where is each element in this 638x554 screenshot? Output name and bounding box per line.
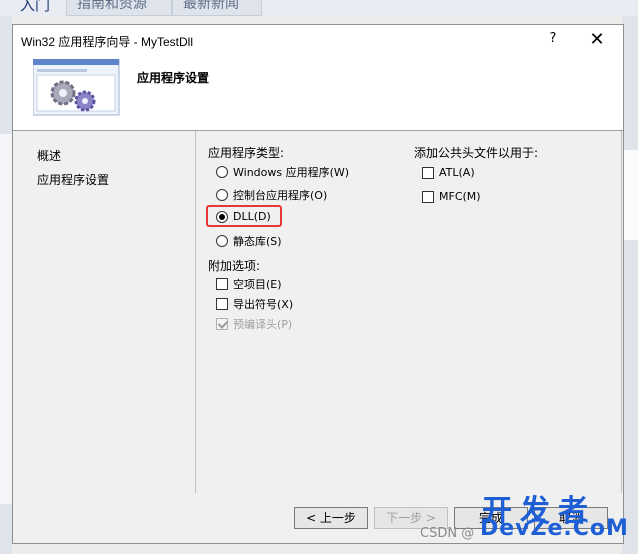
gears-wizard-icon <box>33 59 120 116</box>
background-right-panel <box>622 16 638 554</box>
nav-item-app-settings[interactable]: 应用程序设置 <box>37 171 109 188</box>
checkbox-indicator-disabled <box>216 318 228 330</box>
close-button[interactable]: ✕ <box>583 29 611 51</box>
extra-options-label: 附加选项: <box>208 259 261 273</box>
checkbox-empty-project[interactable]: 空项目(E) <box>216 276 282 292</box>
checkbox-indicator[interactable] <box>216 278 228 290</box>
radio-static-lib[interactable]: 静态库(S) <box>216 233 282 249</box>
header-title: 应用程序设置 <box>137 71 210 85</box>
background-tab-start[interactable]: 入门 <box>20 0 50 15</box>
radio-indicator[interactable] <box>216 235 228 247</box>
checkbox-indicator[interactable] <box>422 190 434 203</box>
app-type-label: 应用程序类型: <box>208 146 285 160</box>
wizard-header: 应用程序设置 <box>13 57 623 131</box>
checkbox-label: ATL(A) <box>439 166 475 179</box>
help-button[interactable]: ? <box>541 31 565 51</box>
common-headers-label: 添加公共头文件以用于: <box>414 146 539 160</box>
settings-panel <box>195 131 622 493</box>
radio-console-app[interactable]: 控制台应用程序(O) <box>216 187 327 203</box>
radio-indicator[interactable] <box>216 166 228 178</box>
checkbox-atl[interactable]: ATL(A) <box>422 166 475 179</box>
background-tab-guides[interactable]: 指南和资源 <box>66 0 172 16</box>
prev-button[interactable]: < 上一步 <box>294 507 368 529</box>
wizard-nav: 概述 应用程序设置 <box>23 139 183 499</box>
watermark-en: DevZe.CoM <box>480 516 629 541</box>
radio-windows-app[interactable]: Windows 应用程序(W) <box>216 164 349 180</box>
checkbox-label: 预编译头(P) <box>233 318 293 331</box>
checkbox-indicator[interactable] <box>422 166 434 179</box>
csdn-watermark: CSDN @ <box>420 526 475 541</box>
dialog-title: Win32 应用程序向导 - MyTestDll <box>21 35 194 49</box>
radio-label: Windows 应用程序(W) <box>233 166 350 179</box>
checkbox-indicator[interactable] <box>216 298 228 310</box>
nav-item-overview[interactable]: 概述 <box>37 147 61 164</box>
checkbox-label: MFC(M) <box>439 190 481 203</box>
title-bar: Win32 应用程序向导 - MyTestDll ? ✕ <box>13 25 623 57</box>
checkbox-mfc[interactable]: MFC(M) <box>422 190 481 203</box>
radio-indicator[interactable] <box>216 189 228 201</box>
radio-label: 静态库(S) <box>233 235 282 248</box>
checkbox-precompiled-header: 预编译头(P) <box>216 316 292 332</box>
red-highlight-box <box>206 205 282 227</box>
background-left-panel <box>0 16 12 554</box>
background-tab-news[interactable]: 最新新闻 <box>172 0 262 16</box>
watermark: 开发者 DevZe.CoM <box>480 486 630 546</box>
background-tab-strip: 入门 指南和资源 最新新闻 <box>0 0 638 16</box>
radio-label: 控制台应用程序(O) <box>233 189 328 202</box>
checkbox-label: 导出符号(X) <box>233 298 294 311</box>
wizard-dialog: Win32 应用程序向导 - MyTestDll ? ✕ 应用程序设置 概述 应… <box>12 24 624 544</box>
checkbox-export-symbols[interactable]: 导出符号(X) <box>216 296 293 312</box>
checkbox-label: 空项目(E) <box>233 278 282 291</box>
